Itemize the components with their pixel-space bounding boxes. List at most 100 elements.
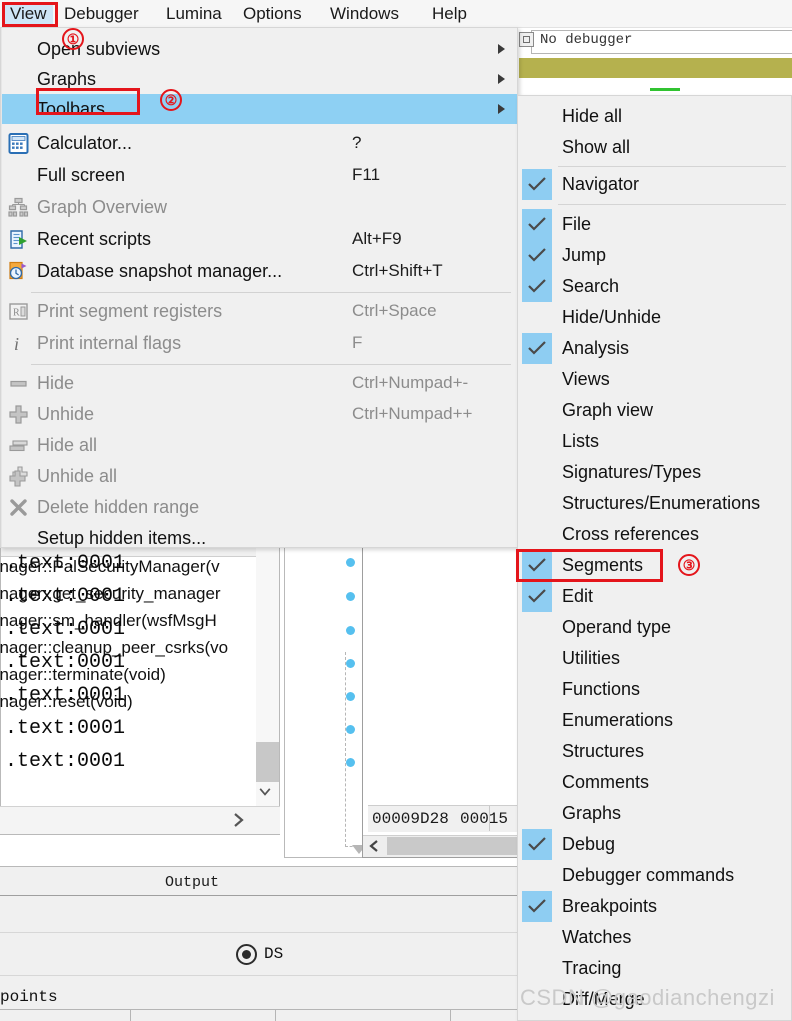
calculator-icon (8, 133, 29, 154)
menu-item-setup-hidden-items[interactable]: Setup hidden items... (2, 523, 517, 553)
navigator-cursor (650, 88, 680, 91)
divider (0, 1009, 519, 1010)
menu-item-shortcut: Ctrl+Shift+T (352, 261, 443, 280)
breakpoint-dot[interactable] (346, 558, 355, 567)
breakpoint-dot[interactable] (346, 626, 355, 635)
submenu-item-label: Signatures/Types (562, 462, 702, 482)
annotation-marker-2: ② (160, 89, 182, 111)
submenu-item-breakpoints[interactable]: Breakpoints (519, 891, 791, 922)
breakpoints-tab-label[interactable]: points (0, 988, 58, 1006)
menu-item-label: Print internal flags (37, 333, 182, 353)
submenu-item-signatures-types[interactable]: Signatures/Types (519, 457, 791, 488)
submenu-item-show-all[interactable]: Show all (519, 132, 791, 163)
submenu-item-file[interactable]: File (519, 209, 791, 240)
submenu-item-analysis[interactable]: Analysis (519, 333, 791, 364)
submenu-item-views[interactable]: Views (519, 364, 791, 395)
menu-item-recent-scripts[interactable]: Recent scripts Alt+F9 (2, 224, 517, 254)
menu-item-print-internal-flags: i Print internal flags F (2, 328, 517, 358)
submenu-item-enumerations[interactable]: Enumerations (519, 705, 791, 736)
check-icon (522, 829, 552, 860)
submenu-separator (558, 204, 786, 205)
menubar-item-help[interactable]: Help (432, 2, 467, 25)
submenu-item-navigator[interactable]: Navigator (519, 169, 791, 200)
debugger-icon[interactable] (519, 32, 534, 47)
statusbar-divider (450, 1009, 451, 1021)
submenu-item-tracing[interactable]: Tracing (519, 953, 791, 984)
disassembly-line[interactable]: .text:0001 (5, 651, 125, 674)
disassembly-line[interactable]: .text:0001 (5, 717, 125, 740)
functions-scroll-thumb[interactable] (256, 742, 279, 782)
menubar-item-windows[interactable]: Windows (330, 2, 399, 25)
submenu-item-label: Hide all (562, 106, 623, 126)
submenu-item-watches[interactable]: Watches (519, 922, 791, 953)
submenu-item-lists[interactable]: Lists (519, 426, 791, 457)
submenu-item-structures-enumerations[interactable]: Structures/Enumerations (519, 488, 791, 519)
submenu-item-label: Comments (562, 772, 650, 792)
menubar-item-debugger[interactable]: Debugger (64, 2, 139, 25)
submenu-item-label: Navigator (562, 174, 640, 194)
submenu-item-cross-references[interactable]: Cross references (519, 519, 791, 550)
submenu-item-graph-view[interactable]: Graph view (519, 395, 791, 426)
plus-stack-icon (8, 466, 29, 487)
navigator-band[interactable] (519, 58, 792, 78)
submenu-item-label: Views (562, 369, 610, 389)
chevron-right-icon[interactable] (230, 810, 248, 830)
minus-icon (8, 373, 29, 394)
submenu-item-label: Jump (562, 245, 607, 265)
submenu-item-label: Show all (562, 137, 631, 157)
submenu-item-label: Graph view (562, 400, 654, 420)
disassembly-hscroll-thumb[interactable] (387, 837, 519, 855)
graph-overview-icon (8, 197, 29, 218)
screenshot-root: anager::PalSecurityManager(v anager::get… (0, 0, 792, 1021)
check-icon (522, 333, 552, 364)
breakpoint-dot[interactable] (346, 592, 355, 601)
menu-item-label: Unhide all (37, 466, 118, 486)
menu-separator (31, 292, 511, 293)
submenu-item-hide-unhide[interactable]: Hide/Unhide (519, 302, 791, 333)
script-icon (8, 229, 29, 250)
chevron-left-icon[interactable] (366, 838, 382, 854)
disassembly-line[interactable]: .text:0001 (5, 684, 125, 707)
submenu-item-search[interactable]: Search (519, 271, 791, 302)
submenu-item-debugger-commands[interactable]: Debugger commands (519, 860, 791, 891)
menu-item-shortcut: F (352, 333, 363, 352)
menu-item-full-screen[interactable]: Full screen F11 (2, 160, 517, 190)
submenu-item-hide-all[interactable]: Hide all (519, 101, 791, 132)
menubar-item-options[interactable]: Options (243, 2, 302, 25)
disassembly-status-bar: 00009D28 00015 (368, 805, 518, 832)
submenu-item-label: Tracing (562, 958, 622, 978)
submenu-item-structures[interactable]: Structures (519, 736, 791, 767)
menu-item-label: Delete hidden range (37, 497, 200, 517)
annotation-box-segments (516, 549, 663, 582)
submenu-item-edit[interactable]: Edit (519, 581, 791, 612)
menu-item-database-snapshot-manager[interactable]: Database snapshot manager... Ctrl+Shift+… (2, 256, 517, 286)
ds-radio-button[interactable] (236, 944, 257, 965)
menu-item-hide-all: Hide all (2, 430, 517, 460)
menu-item-hide: Hide Ctrl+Numpad+- (2, 368, 517, 398)
menu-item-shortcut: F11 (352, 165, 381, 184)
disassembly-line[interactable]: .text:0001 (5, 750, 125, 773)
submenu-separator (558, 166, 786, 167)
submenu-item-label: Functions (562, 679, 641, 699)
annotation-marker-1: ① (62, 28, 84, 50)
submenu-item-graphs[interactable]: Graphs (519, 798, 791, 829)
statusbar-divider (130, 1009, 131, 1021)
menubar-item-lumina[interactable]: Lumina (166, 2, 222, 25)
submenu-item-label: Edit (562, 586, 594, 606)
disassembly-line[interactable]: .text:0001 (5, 585, 125, 608)
chevron-down-icon[interactable] (257, 784, 273, 800)
submenu-item-debug[interactable]: Debug (519, 829, 791, 860)
menu-item-label: Recent scripts (37, 229, 152, 249)
submenu-item-comments[interactable]: Comments (519, 767, 791, 798)
menu-item-unhide: Unhide Ctrl+Numpad++ (2, 399, 517, 429)
disassembly-line[interactable]: .text:0001 (5, 552, 125, 575)
disassembly-line[interactable]: .text:0001 (5, 618, 125, 641)
menu-item-calculator[interactable]: Calculator... ? (2, 128, 517, 158)
status-offset-1: 00009D28 (372, 810, 449, 828)
submenu-item-functions[interactable]: Functions (519, 674, 791, 705)
submenu-item-operand-type[interactable]: Operand type (519, 612, 791, 643)
submenu-item-utilities[interactable]: Utilities (519, 643, 791, 674)
submenu-item-jump[interactable]: Jump (519, 240, 791, 271)
submenu-item-label: Breakpoints (562, 896, 658, 916)
plus-icon (8, 404, 29, 425)
